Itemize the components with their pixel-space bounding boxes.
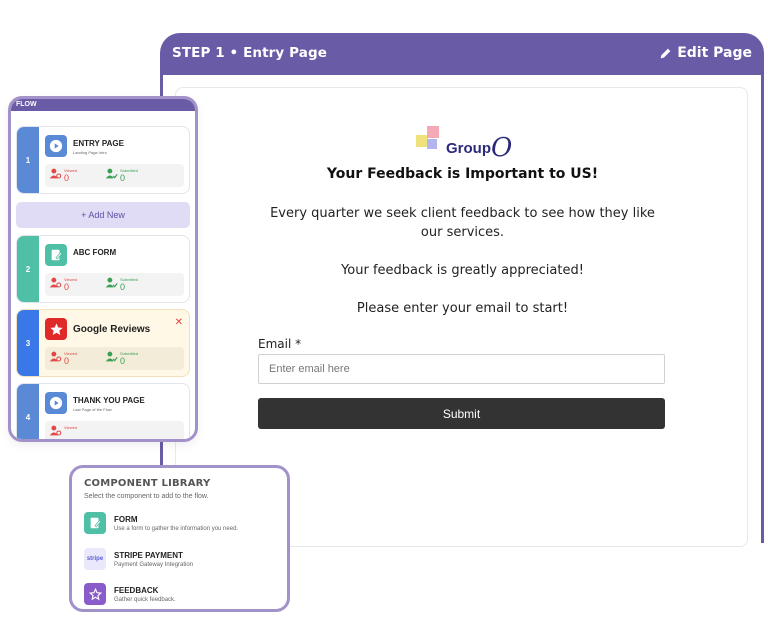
flow-item-title: ENTRY PAGE	[73, 139, 124, 148]
flow-item-thank-you-page[interactable]: 4 THANK YOU PAGE Last Page of the Flow V…	[16, 383, 190, 439]
stage: STEP 1 • Entry Page Edit Page GroupO You…	[0, 0, 768, 618]
flow-item-abc-form[interactable]: 2 ABC FORM Viewed 0 Submitted 0	[16, 235, 190, 303]
submitted-user-icon	[105, 351, 118, 362]
submitted-stat: Submitted 0	[105, 167, 138, 183]
library-item-name: STRIPE PAYMENT	[114, 551, 183, 560]
flow-item-number: 4	[17, 384, 39, 439]
library-item-stripe-payment[interactable]: stripe STRIPE PAYMENT Payment Gateway In…	[84, 546, 279, 574]
flow-item-stats: Viewed 0 Submitted 0	[45, 273, 184, 296]
flow-item-number: 2	[17, 236, 39, 302]
feedback-star-icon	[84, 583, 106, 605]
flow-panel: FLOW 1 ENTRY PAGE Landing Page Intro Vie…	[8, 96, 198, 442]
flow-item-title: ABC FORM	[73, 248, 117, 257]
flow-item-entry-page[interactable]: 1 ENTRY PAGE Landing Page Intro Viewed 0…	[16, 126, 190, 194]
form-icon	[45, 244, 67, 266]
component-library-panel: COMPONENT LIBRARY Select the component t…	[69, 465, 290, 612]
library-item-form[interactable]: FORM Use a form to gather the informatio…	[84, 510, 279, 538]
form-icon	[84, 512, 106, 534]
play-icon	[45, 135, 67, 157]
pencil-icon	[660, 48, 671, 58]
flow-item-google-reviews[interactable]: 3 Google Reviews ✕ Viewed 0 Submitted 0	[16, 309, 190, 377]
add-new-button[interactable]: + Add New	[16, 202, 190, 228]
library-item-feedback[interactable]: FEEDBACK Gather quick feedback.	[84, 581, 279, 609]
viewed-stat: Viewed	[49, 424, 77, 437]
submitted-user-icon	[105, 277, 118, 288]
flow-item-subtitle: Last Page of the Flow	[73, 407, 112, 412]
star-icon	[45, 318, 67, 340]
library-item-desc: Gather quick feedback.	[114, 597, 176, 603]
flow-item-number: 3	[17, 310, 39, 376]
viewed-stat: Viewed 0	[49, 276, 77, 292]
submitted-user-icon	[105, 168, 118, 179]
flow-item-stats: Viewed	[45, 421, 184, 439]
viewed-stat: Viewed 0	[49, 167, 77, 183]
flow-item-title: Google Reviews	[73, 324, 151, 335]
component-library-title: COMPONENT LIBRARY	[84, 478, 211, 489]
viewed-user-icon	[49, 351, 62, 362]
feedback-appreciation-text: Your feedback is greatly appreciated!	[341, 263, 584, 278]
play-icon	[45, 392, 67, 414]
stripe-icon-text: stripe	[86, 556, 104, 562]
submit-button[interactable]: Submit	[258, 398, 665, 429]
component-library-subtitle: Select the component to add to the flow.	[84, 493, 209, 500]
logo-square-blue	[427, 139, 437, 149]
flow-header: FLOW	[11, 99, 195, 111]
feedback-instruction-text: Please enter your email to start!	[356, 301, 569, 316]
flow-item-number: 1	[17, 127, 39, 193]
flow-item-title: THANK YOU PAGE	[73, 396, 145, 405]
library-item-name: FORM	[114, 515, 138, 524]
stripe-icon: stripe	[84, 548, 106, 570]
library-item-name: FEEDBACK	[114, 586, 159, 595]
edit-page-button[interactable]: Edit Page	[659, 45, 752, 61]
flow-item-stats: Viewed 0 Submitted 0	[45, 347, 184, 370]
email-label: Email *	[258, 337, 302, 351]
flow-item-subtitle: Landing Page Intro	[73, 150, 107, 155]
library-item-desc: Use a form to gather the information you…	[114, 526, 239, 532]
editor-header: STEP 1 • Entry Page Edit Page	[160, 33, 764, 73]
viewed-stat: Viewed 0	[49, 350, 77, 366]
submitted-stat: Submitted 0	[105, 276, 138, 292]
step-title: STEP 1 • Entry Page	[172, 45, 327, 61]
close-icon[interactable]: ✕	[175, 317, 183, 328]
edit-page-label: Edit Page	[677, 45, 752, 61]
viewed-user-icon	[49, 425, 62, 436]
viewed-user-icon	[49, 168, 62, 179]
library-item-desc: Payment Gateway Integration	[114, 562, 194, 568]
feedback-intro-text: Every quarter we seek client feedback to…	[270, 206, 655, 240]
logo-square-pink	[427, 126, 439, 138]
submitted-stat: Submitted 0	[105, 350, 138, 366]
flow-item-stats: Viewed 0 Submitted 0	[45, 164, 184, 187]
viewed-user-icon	[49, 277, 62, 288]
feedback-title: Your Feedback is Important to US!	[326, 166, 599, 182]
email-input[interactable]	[258, 354, 665, 384]
logo-text: GroupO	[446, 133, 513, 163]
